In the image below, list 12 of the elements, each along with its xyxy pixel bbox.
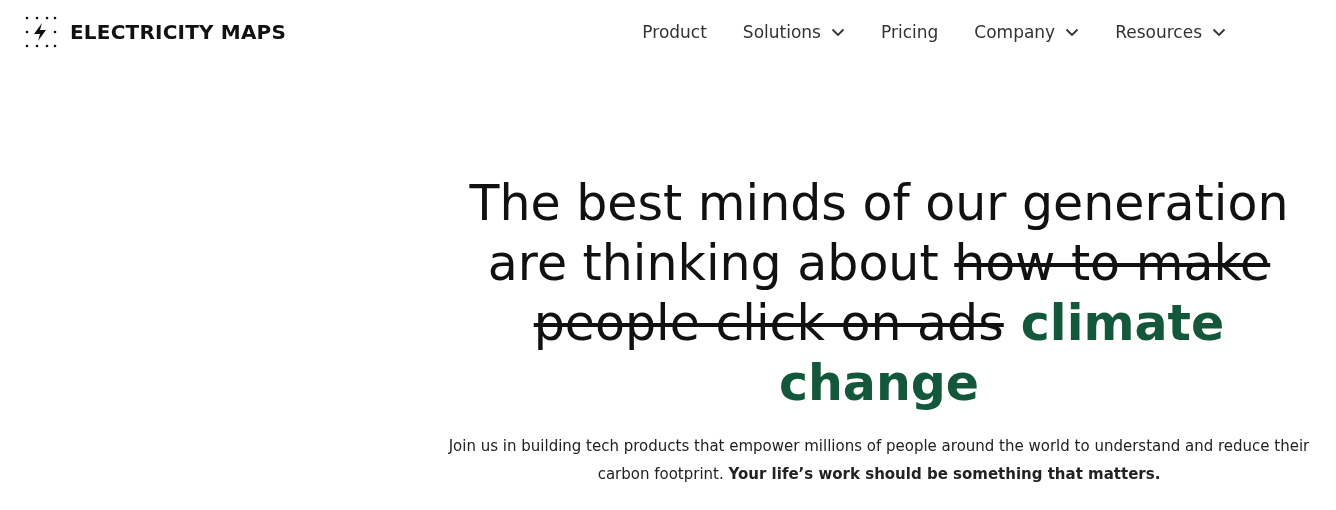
lightning-bolt-icon	[24, 16, 58, 48]
nav-link[interactable]: Pricing	[881, 22, 939, 42]
nav-link[interactable]: Product	[642, 22, 707, 42]
intro-paragraph: Join us in building tech products that empower millions of people around the world to understand and reduce their carbon footprint. Your life’s work should be something that matters.	[447, 436, 1311, 485]
chevron-down-icon	[831, 27, 845, 37]
chevron-down-icon	[1212, 27, 1226, 37]
nav-link[interactable]: Resources	[1115, 22, 1226, 42]
headline: The best minds of our generation are thinking about how to make people click on ads climate change	[468, 174, 1290, 414]
chevron-down-icon	[1065, 27, 1080, 37]
nav-link[interactable]: Company	[974, 22, 1080, 42]
nav-link[interactable]: Solutions	[742, 22, 845, 42]
logo-link[interactable]: ELECTRICITY MAPS	[24, 16, 287, 48]
